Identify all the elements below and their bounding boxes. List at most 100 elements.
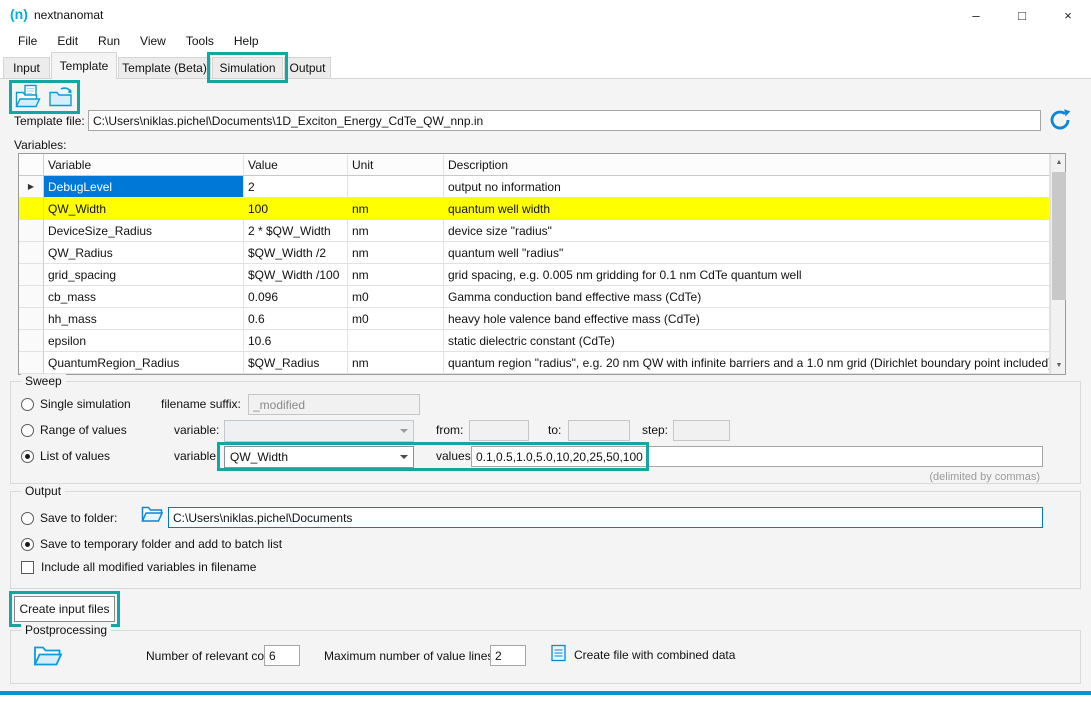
template-file-label: Template file: (14, 114, 85, 128)
menu-help[interactable]: Help (224, 31, 269, 51)
table-row: grid_spacing $QW_Width /100 nm grid spac… (19, 264, 1050, 286)
create-input-files-button[interactable]: Create input files (14, 596, 115, 622)
refresh-icon[interactable] (1048, 108, 1072, 132)
close-button[interactable]: × (1045, 0, 1091, 30)
tab-template-beta[interactable]: Template (Beta) (118, 57, 211, 78)
cell-value[interactable]: 0.6 (244, 308, 348, 330)
minimize-button[interactable]: – (953, 0, 999, 30)
cell-description[interactable]: heavy hole valence band effective mass (… (444, 308, 1050, 330)
cell-description[interactable]: quantum region "radius", e.g. 20 nm QW w… (444, 352, 1050, 374)
sweep-groupbox: Sweep Single simulation filename suffix:… (10, 381, 1081, 484)
cell-description[interactable]: quantum well width (444, 198, 1050, 220)
open-template-button[interactable] (14, 85, 42, 109)
template-file-input[interactable] (88, 110, 1041, 131)
combined-file-icon (551, 644, 567, 665)
range-of-values-label[interactable]: Range of values (40, 423, 127, 437)
cell-description[interactable]: device size "radius" (444, 220, 1050, 242)
cell-variable[interactable]: DebugLevel (44, 176, 244, 198)
step-label: step: (642, 423, 668, 437)
cell-description[interactable]: quantum well "radius" (444, 242, 1050, 264)
scroll-down-button[interactable]: ▼ (1051, 357, 1067, 374)
relevant-column-input[interactable] (264, 645, 300, 666)
cell-description[interactable]: output no information (444, 176, 1050, 198)
cell-unit[interactable]: nm (348, 220, 444, 242)
menu-tools[interactable]: Tools (176, 31, 224, 51)
column-header-variable[interactable]: Variable (44, 154, 244, 176)
cell-value[interactable]: $QW_Width /2 (244, 242, 348, 264)
cell-value[interactable]: 10.6 (244, 330, 348, 352)
from-input (469, 420, 529, 441)
table-row: hh_mass 0.6 m0 heavy hole valence band e… (19, 308, 1050, 330)
tab-output[interactable]: Output (284, 57, 331, 78)
browse-folder-icon[interactable] (141, 504, 163, 526)
cell-unit[interactable]: nm (348, 242, 444, 264)
values-input[interactable] (471, 446, 1043, 467)
cell-value[interactable]: $QW_Radius (244, 352, 348, 374)
cell-description[interactable]: static dielectric constant (CdTe) (444, 330, 1050, 352)
output-folder-input[interactable] (168, 507, 1043, 528)
cell-description[interactable]: grid spacing, e.g. 0.005 nm gridding for… (444, 264, 1050, 286)
column-header-description[interactable]: Description (444, 154, 1050, 176)
scrollbar-thumb[interactable] (1052, 172, 1066, 300)
maximize-button[interactable]: □ (999, 0, 1045, 30)
cell-value[interactable]: $QW_Width /100 (244, 264, 348, 286)
cell-variable[interactable]: QW_Radius (44, 242, 244, 264)
menu-file[interactable]: File (8, 31, 47, 51)
combined-file-label: Create file with combined data (574, 648, 735, 662)
range-variable-select (224, 420, 414, 442)
list-of-values-label[interactable]: List of values (40, 449, 110, 463)
cell-variable[interactable]: hh_mass (44, 308, 244, 330)
cell-value[interactable]: 2 (244, 176, 348, 198)
column-header-value[interactable]: Value (244, 154, 348, 176)
tab-template[interactable]: Template (51, 52, 117, 79)
table-row: ▶ DebugLevel 2 output no information (19, 176, 1050, 198)
cell-unit[interactable]: nm (348, 198, 444, 220)
create-combined-file-button[interactable]: Create file with combined data (551, 644, 735, 665)
cell-variable[interactable]: cb_mass (44, 286, 244, 308)
include-variables-label[interactable]: Include all modified variables in filena… (41, 560, 256, 574)
include-variables-checkbox[interactable] (21, 561, 34, 574)
save-to-folder-radio[interactable] (21, 512, 34, 525)
cell-variable[interactable]: QuantumRegion_Radius (44, 352, 244, 374)
single-simulation-label[interactable]: Single simulation (40, 397, 131, 411)
postprocessing-folder-icon (33, 642, 63, 670)
list-variable-select[interactable]: QW_Width (224, 446, 414, 468)
column-header-marker (19, 154, 44, 176)
table-row: DeviceSize_Radius 2 * $QW_Width nm devic… (19, 220, 1050, 242)
load-template-button[interactable] (47, 85, 75, 109)
row-marker-cell (19, 330, 44, 352)
max-lines-input[interactable] (490, 645, 526, 666)
cell-unit[interactable]: nm (348, 352, 444, 374)
cell-value[interactable]: 2 * $QW_Width (244, 220, 348, 242)
variables-label: Variables: (14, 138, 66, 152)
cell-variable[interactable]: DeviceSize_Radius (44, 220, 244, 242)
single-simulation-radio[interactable] (21, 398, 34, 411)
cell-variable[interactable]: QW_Width (44, 198, 244, 220)
range-variable-label: variable: (174, 423, 219, 437)
range-of-values-radio[interactable] (21, 424, 34, 437)
row-marker-cell (19, 220, 44, 242)
cell-unit[interactable]: m0 (348, 308, 444, 330)
cell-value[interactable]: 0.096 (244, 286, 348, 308)
cell-variable[interactable]: grid_spacing (44, 264, 244, 286)
cell-unit[interactable]: m0 (348, 286, 444, 308)
tab-input[interactable]: Input (3, 57, 50, 78)
cell-unit[interactable] (348, 330, 444, 352)
cell-unit[interactable]: nm (348, 264, 444, 286)
save-to-folder-label[interactable]: Save to folder: (40, 511, 117, 525)
tab-simulation[interactable]: Simulation (212, 57, 283, 78)
cell-description[interactable]: Gamma conduction band effective mass (Cd… (444, 286, 1050, 308)
column-header-unit[interactable]: Unit (348, 154, 444, 176)
cell-variable[interactable]: epsilon (44, 330, 244, 352)
cell-value[interactable]: 100 (244, 198, 348, 220)
list-of-values-radio[interactable] (21, 450, 34, 463)
scroll-up-button[interactable]: ▲ (1051, 154, 1067, 171)
menu-view[interactable]: View (130, 31, 176, 51)
vertical-scrollbar[interactable]: ▲ ▼ (1050, 154, 1065, 374)
menu-run[interactable]: Run (88, 31, 130, 51)
values-label: values: (436, 449, 474, 463)
cell-unit[interactable] (348, 176, 444, 198)
save-to-temp-label[interactable]: Save to temporary folder and add to batc… (40, 537, 282, 551)
save-to-temp-radio[interactable] (21, 538, 34, 551)
menu-edit[interactable]: Edit (47, 31, 88, 51)
